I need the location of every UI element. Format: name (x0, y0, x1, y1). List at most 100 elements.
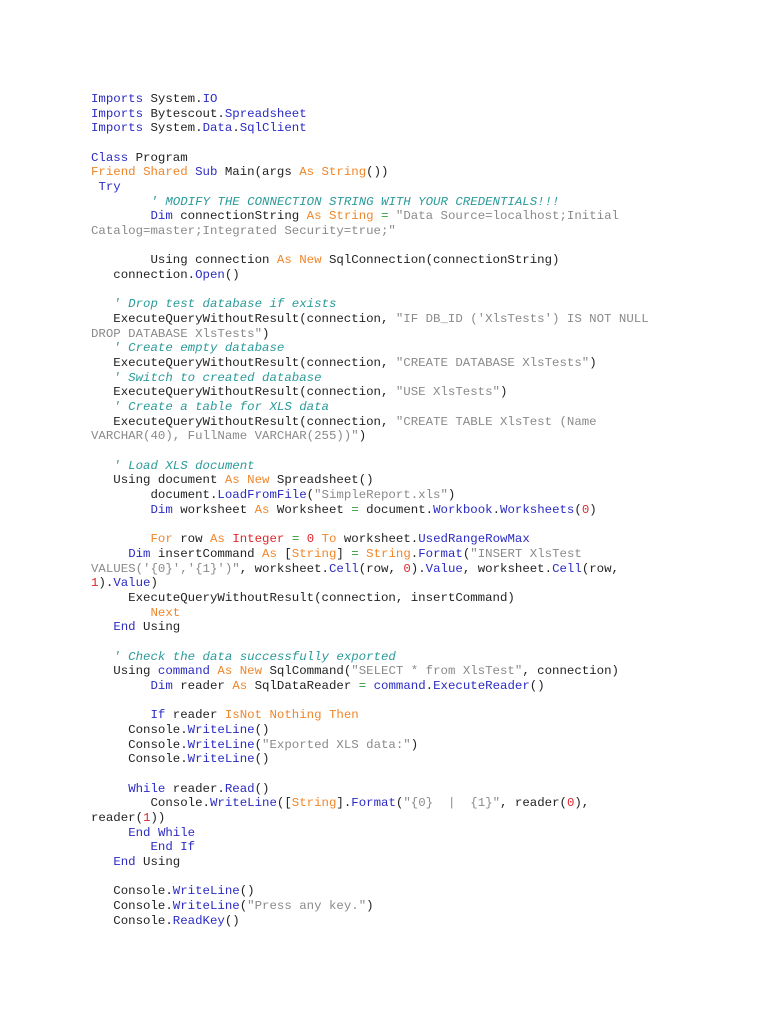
code-text: ) (410, 737, 419, 752)
keyword: As (210, 532, 225, 547)
keyword: Next (150, 605, 181, 620)
code-text: ) (499, 385, 508, 400)
keyword: As (262, 546, 277, 561)
code-line: ExecuteQueryWithoutResult(connection, "I… (91, 312, 648, 327)
keyword: As (232, 678, 248, 693)
code-text: ) (589, 502, 597, 517)
keyword: As (224, 473, 240, 488)
keyword: Then (329, 708, 359, 723)
keyword: UsedRangeRowMax (418, 532, 530, 547)
keyword: String (328, 209, 374, 224)
keyword: Class (91, 150, 129, 165)
keyword: Try (98, 180, 121, 195)
number-literal: 1 (143, 810, 151, 825)
keyword: ExecuteReader (433, 678, 530, 693)
code-text: reader( (91, 810, 144, 825)
keyword: Format (418, 546, 463, 561)
code-text: () (254, 752, 270, 767)
code-text: , worksheet. (462, 561, 553, 576)
code-line: ' Switch to created database (91, 371, 649, 386)
code-line: ExecuteQueryWithoutResult(connection, "C… (91, 356, 649, 371)
keyword: Sub (195, 165, 218, 180)
code-text: SqlDataReader (247, 678, 359, 693)
code-text: Console. (91, 913, 173, 928)
code-line: Dim reader As SqlDataReader = command.Ex… (91, 679, 649, 694)
code-text: Console. (91, 796, 210, 811)
keyword: Read (224, 781, 255, 796)
code-text: connectionString (172, 209, 307, 224)
string-literal: "CREATE TABLE XlsTest (Name (395, 414, 597, 429)
code-text: () (224, 913, 240, 928)
code-line: ExecuteQueryWithoutResult(connection, "U… (91, 385, 649, 400)
comment: ' Create a table for XLS data (113, 400, 329, 415)
keyword: WriteLine (187, 722, 255, 737)
code-text: Console. (91, 737, 188, 752)
code-text: ) (366, 898, 374, 913)
code-text: ([ (276, 796, 292, 811)
code-text: Using connection (91, 253, 277, 268)
code-line: End While (91, 826, 649, 841)
code-line: End Using (91, 855, 649, 870)
number-literal: Integer (232, 532, 285, 547)
keyword: End (113, 854, 136, 869)
code-line: Console.WriteLine() (91, 884, 649, 899)
code-text: Spreadsheet() (269, 473, 374, 488)
code-text: ( (306, 488, 315, 503)
code-text: Console. (91, 722, 188, 737)
code-line: ' Check the data successfully exported (91, 650, 649, 665)
code-line: If reader IsNot Nothing Then (91, 708, 649, 723)
keyword: String (291, 796, 337, 811)
code-line: ' MODIFY THE CONNECTION STRING WITH YOUR… (91, 195, 649, 210)
keyword: While (128, 781, 166, 796)
code-text: document. (91, 488, 218, 503)
code-listing: Imports System.IO Imports Bytescout.Sprea… (91, 92, 649, 928)
keyword: End (113, 620, 136, 635)
code-text: [ (276, 546, 292, 561)
code-text: , worksheet. (239, 561, 329, 576)
keyword: As (299, 165, 315, 180)
code-line: Using connection As New SqlConnection(co… (91, 253, 649, 268)
code-line: Dim connectionString As String = "Data S… (91, 209, 649, 224)
comment: ' MODIFY THE CONNECTION STRING WITH YOUR… (150, 194, 560, 209)
code-text: Console. (91, 898, 173, 913)
comment: ' Create empty database (113, 341, 285, 356)
code-line: VARCHAR(40), FullName VARCHAR(255))") (91, 429, 649, 444)
code-text: row (172, 532, 210, 547)
code-line: ' Create empty database (91, 341, 649, 356)
code-text: ExecuteQueryWithoutResult(connection, (91, 414, 396, 429)
code-line: Console.WriteLine("Press any key.") (91, 899, 649, 914)
code-line: 1).Value) (91, 576, 649, 591)
code-text: Bytescout. (143, 106, 225, 121)
code-text: Using (135, 854, 181, 869)
keyword: As (306, 209, 322, 224)
code-line: connection.Open() (91, 268, 649, 283)
code-text: Main(args (217, 165, 300, 180)
keyword: Imports (91, 106, 144, 121)
keyword: Dim (150, 502, 173, 517)
keyword: End (128, 825, 151, 840)
code-text: ( (254, 737, 263, 752)
string-literal: "CREATE DATABASE XlsTests" (395, 356, 590, 371)
keyword: WriteLine (172, 898, 240, 913)
keyword: New (247, 473, 270, 488)
keyword: String (366, 546, 411, 561)
code-line: Console.ReadKey() (91, 914, 649, 929)
code-text: reader (165, 708, 225, 723)
